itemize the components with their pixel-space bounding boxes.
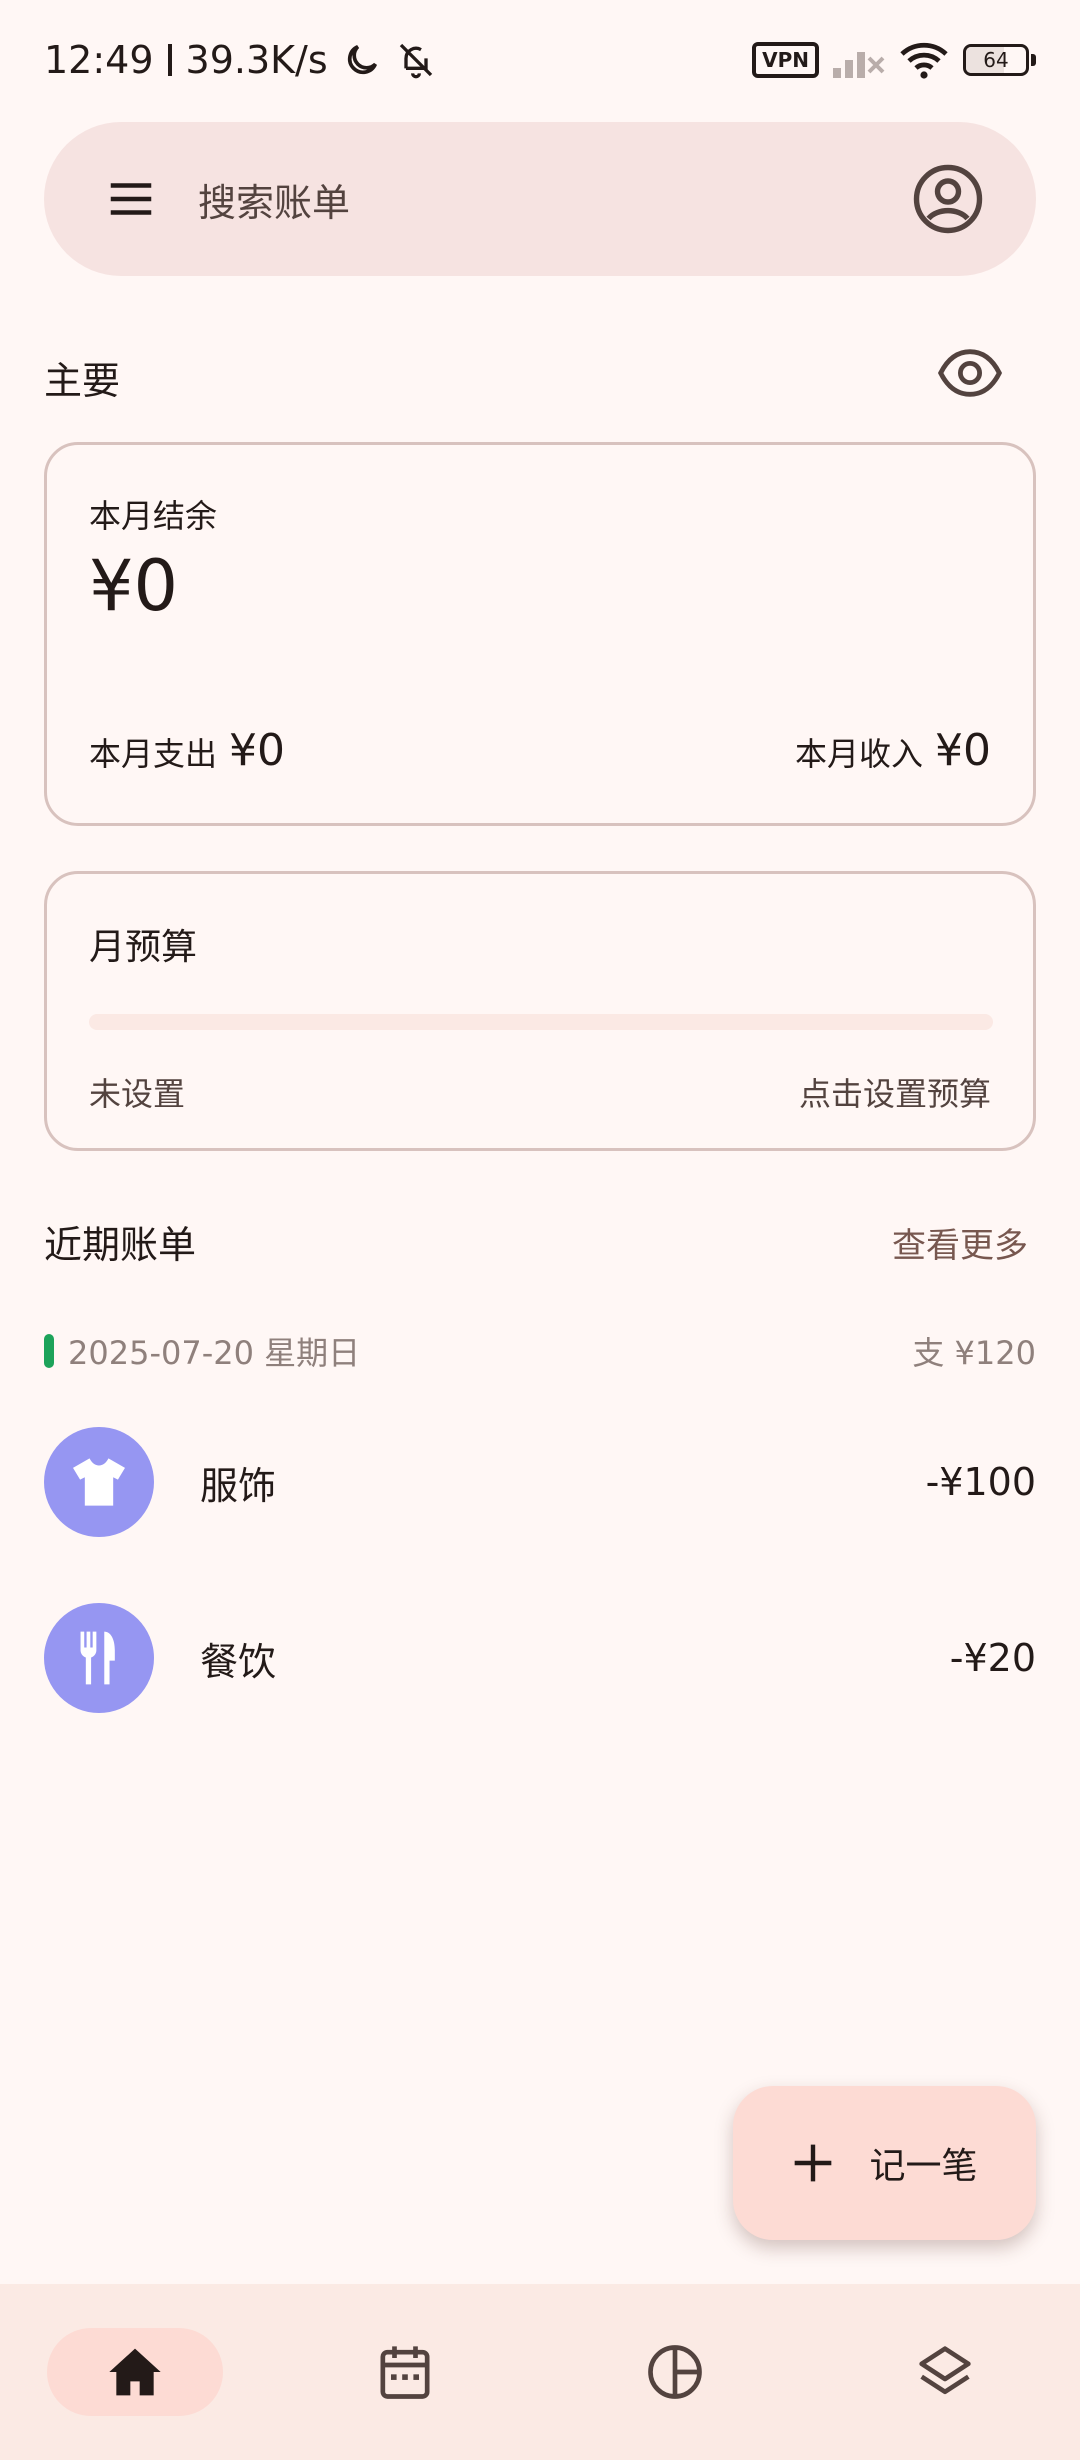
nav-home[interactable] — [47, 2328, 223, 2416]
pie-chart-icon — [648, 2345, 702, 2399]
bottom-navigation — [0, 2284, 1080, 2460]
date-group-left: 2025-07-20 星期日 — [44, 1328, 360, 1374]
monthly-budget-card[interactable]: 月预算 未设置 点击设置预算 — [44, 871, 1036, 1151]
battery-level: 64 — [983, 48, 1009, 72]
status-right: VPN 64 — [752, 40, 1036, 80]
account-icon[interactable] — [912, 163, 984, 235]
bill-category-name: 餐饮 — [200, 1639, 277, 1684]
budget-status: 未设置 — [89, 1075, 186, 1113]
battery-body: 64 — [963, 44, 1029, 76]
plus-icon — [795, 2144, 832, 2182]
home-icon — [109, 2348, 161, 2396]
bill-amount: -¥20 — [949, 1636, 1036, 1680]
date-group-date: 2025-07-20 星期日 — [68, 1334, 361, 1372]
nav-statistics[interactable] — [587, 2328, 763, 2416]
eye-icon[interactable] — [938, 346, 1002, 400]
fork-knife-icon — [80, 1631, 115, 1685]
search-input[interactable]: 搜索账单 — [198, 172, 912, 227]
income-value: ¥0 — [935, 725, 991, 776]
nav-calendar[interactable] — [317, 2328, 493, 2416]
monthly-balance-card[interactable]: 本月结余 ¥0 本月支出 ¥0 本月收入 ¥0 — [44, 442, 1036, 826]
wifi-icon — [900, 42, 948, 79]
bill-item[interactable]: 服饰 -¥100 — [44, 1426, 1036, 1538]
battery-tip — [1031, 54, 1036, 66]
search-bar[interactable]: 搜索账单 — [44, 122, 1036, 276]
budget-progress-bar — [89, 1014, 993, 1030]
moon-icon — [347, 44, 377, 75]
bill-category-name: 服饰 — [200, 1463, 277, 1508]
vpn-badge: VPN — [752, 42, 819, 78]
balance-value: ¥0 — [89, 545, 179, 627]
section-title-main: 主要 — [44, 359, 121, 403]
budget-title: 月预算 — [89, 927, 198, 968]
status-bar: 12:49 39.3K/s VPN 64 — [0, 0, 1080, 120]
expense-row: 本月支出 ¥0 — [89, 725, 285, 776]
income-label: 本月收入 — [794, 735, 923, 773]
network-speed: 39.3K/s — [185, 38, 328, 82]
app-screen: 12:49 39.3K/s VPN 64 搜索账单 主要 本月结余 ¥0 本月支… — [0, 0, 1080, 2460]
category-icon-clothing — [44, 1427, 154, 1537]
menu-icon[interactable] — [104, 172, 158, 226]
date-group-header: 2025-07-20 星期日 支 ¥120 — [44, 1328, 1036, 1374]
view-more-link[interactable]: 查看更多 — [892, 1218, 1028, 1267]
signal-icon — [833, 52, 885, 78]
set-budget-link[interactable]: 点击设置预算 — [799, 1069, 991, 1115]
section-title-recent-bills: 近期账单 — [44, 1223, 197, 1267]
expense-value: ¥0 — [229, 725, 286, 776]
date-marker — [44, 1334, 54, 1368]
add-record-label: 记一笔 — [869, 2146, 978, 2187]
status-left: 12:49 39.3K/s — [44, 38, 436, 82]
nav-more[interactable] — [857, 2328, 1033, 2416]
date-group-summary: 支 ¥120 — [912, 1334, 1036, 1372]
bill-amount: -¥100 — [925, 1460, 1036, 1504]
balance-label: 本月结余 — [89, 497, 218, 535]
bill-item[interactable]: 餐饮 -¥20 — [44, 1602, 1036, 1714]
status-separator — [167, 44, 172, 76]
expense-label: 本月支出 — [89, 735, 218, 773]
calendar-icon — [380, 2346, 430, 2399]
layers-icon — [919, 2346, 971, 2395]
battery-indicator: 64 — [963, 44, 1036, 76]
status-time: 12:49 — [44, 38, 154, 82]
bell-off-icon — [399, 43, 432, 79]
category-icon-dining — [44, 1603, 154, 1713]
income-row: 本月收入 ¥0 — [795, 725, 991, 776]
add-record-button[interactable]: 记一笔 — [733, 2086, 1036, 2240]
tshirt-icon — [73, 1458, 125, 1506]
